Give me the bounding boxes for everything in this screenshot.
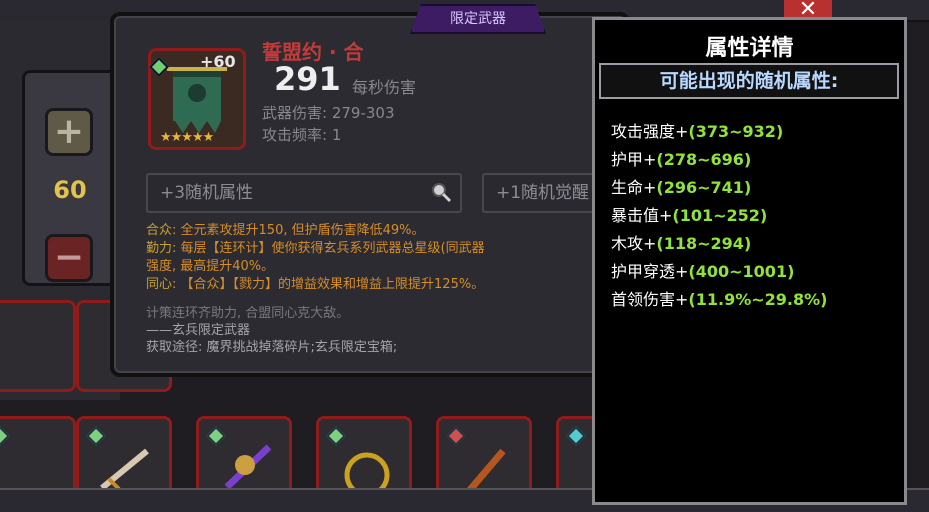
attribute-name: 攻击强度+ xyxy=(611,122,689,141)
sword-icon xyxy=(100,448,149,491)
effect-text: : 全元素攻提升150, 但护盾伤害降低49%。 xyxy=(172,223,425,238)
effect-key: 合众 xyxy=(146,223,173,238)
star-rating: ★★★★★ xyxy=(160,130,214,145)
attribute-item: 攻击强度+(373~932) xyxy=(611,120,827,148)
attribute-range: (11.9%~29.8%) xyxy=(688,290,828,309)
effect-text: 强度, 最高提升40%。 xyxy=(146,259,275,274)
attribute-item: 木攻+(118~294) xyxy=(611,232,827,260)
effect-text: : 【合众】【戮力】的增益效果和增益上限提升125%。 xyxy=(172,277,485,292)
magnifier-icon[interactable] xyxy=(430,181,452,203)
effect-key: 同心 xyxy=(146,277,173,292)
panel-title: 属性详情 xyxy=(705,36,794,61)
attribute-name: 暴击值+ xyxy=(611,206,673,225)
attribute-range: (400~1001) xyxy=(688,262,795,281)
attribute-list: 攻击强度+(373~932) 护甲+(278~696) 生命+(296~741)… xyxy=(611,120,827,316)
attribute-item: 首领伤害+(11.9%~29.8%) xyxy=(611,288,827,316)
random-attribute-label: +3随机属性 xyxy=(160,183,254,203)
attack-rate: 攻击频率: 1 xyxy=(262,126,342,144)
gem-icon xyxy=(0,426,10,446)
attribute-name: 护甲+ xyxy=(611,150,657,169)
effect-line: 同心: 【合众】【戮力】的增益效果和增益上限提升125%。 xyxy=(146,276,626,293)
banner-weapon-icon xyxy=(167,67,227,133)
dps-value: 291 xyxy=(274,60,341,98)
increase-button[interactable]: + xyxy=(45,108,93,156)
effect-key: 勤力 xyxy=(146,241,173,256)
attribute-name: 首领伤害+ xyxy=(611,290,689,309)
inventory-slot[interactable] xyxy=(0,300,76,392)
attribute-range: (118~294) xyxy=(656,234,752,253)
attribute-range: (296~741) xyxy=(656,178,752,197)
gem-icon xyxy=(566,426,586,446)
limited-weapon-badge: 限定武器 xyxy=(410,4,546,34)
attribute-range: (101~252) xyxy=(672,206,768,225)
random-attribute-button[interactable]: +3随机属性 xyxy=(146,173,462,213)
possible-attributes-header: 可能出现的随机属性: xyxy=(599,63,899,99)
attribute-name: 护甲穿透+ xyxy=(611,262,689,281)
effect-text: : 每层【连环计】使你获得玄兵系列武器总星级(同武器 xyxy=(172,241,485,256)
acquisition-text: 获取途径: 魔界挑战掉落碎片;玄兵限定宝箱; xyxy=(146,340,398,355)
random-awaken-label: +1随机觉醒 xyxy=(496,183,590,203)
effect-line: 合众: 全元素攻提升150, 但护盾伤害降低49%。 xyxy=(146,222,626,239)
weapon-level: +60 xyxy=(200,52,236,71)
attribute-item: 生命+(296~741) xyxy=(611,176,827,204)
attribute-name: 木攻+ xyxy=(611,234,657,253)
decrease-button[interactable]: − xyxy=(45,234,93,282)
dps-label: 每秒伤害 xyxy=(352,78,417,97)
quantity-value: 60 xyxy=(53,176,87,204)
weapon-damage: 武器伤害: 279-303 xyxy=(262,104,395,122)
attribute-item: 护甲穿透+(400~1001) xyxy=(611,260,827,288)
attribute-range: (373~932) xyxy=(688,122,784,141)
effect-line: 强度, 最高提升40%。 xyxy=(146,258,626,275)
attribute-item: 暴击值+(101~252) xyxy=(611,204,827,232)
attribute-range: (278~696) xyxy=(656,150,752,169)
effect-line: 勤力: 每层【连环计】使你获得玄兵系列武器总星级(同武器 xyxy=(146,240,626,257)
staff-icon xyxy=(224,444,272,490)
attribute-item: 护甲+(278~696) xyxy=(611,148,827,176)
attribute-name: 生命+ xyxy=(611,178,657,197)
